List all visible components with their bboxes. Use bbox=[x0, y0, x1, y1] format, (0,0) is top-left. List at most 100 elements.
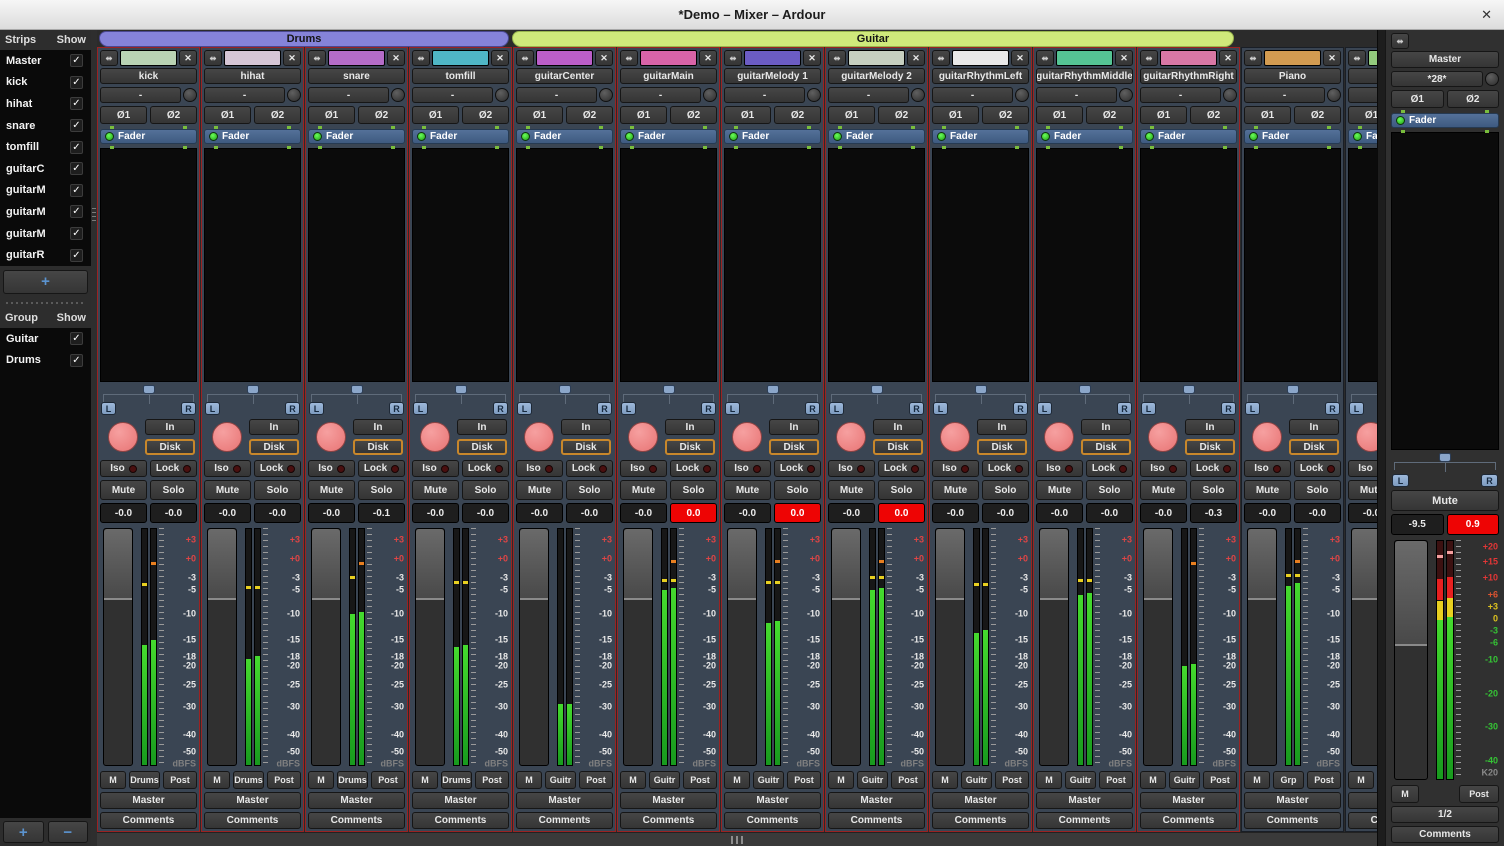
gain-fader[interactable] bbox=[311, 528, 341, 766]
monitor-input-button[interactable]: In bbox=[561, 419, 611, 435]
track-name-button[interactable]: guitarRhythmRight bbox=[1140, 68, 1237, 84]
solo-lock-button[interactable]: Lock bbox=[878, 460, 925, 477]
group-button[interactable]: Guitr bbox=[961, 771, 992, 789]
master-name-button[interactable]: Master bbox=[1391, 51, 1499, 68]
show-checkbox[interactable]: ✓ bbox=[70, 354, 83, 367]
phase1-button[interactable]: Ø1 bbox=[1140, 106, 1187, 124]
pan-right-button[interactable]: R bbox=[285, 402, 300, 415]
phase1-button[interactable]: Ø1 bbox=[724, 106, 771, 124]
input-button[interactable]: - bbox=[1348, 87, 1377, 103]
monitor-disk-button[interactable]: Disk bbox=[769, 439, 819, 455]
metering-button[interactable]: M bbox=[308, 771, 334, 789]
solo-lock-button[interactable]: Lock bbox=[358, 460, 405, 477]
trim-knob[interactable] bbox=[1015, 88, 1029, 102]
gain-fader[interactable] bbox=[207, 528, 237, 766]
sidebar-strip-item[interactable]: guitarM✓ bbox=[0, 180, 91, 202]
solo-iso-button[interactable]: Iso bbox=[100, 460, 147, 477]
input-button[interactable]: - bbox=[204, 87, 285, 103]
record-enable-button[interactable] bbox=[1148, 422, 1178, 452]
phase2-button[interactable]: Ø2 bbox=[774, 106, 821, 124]
panner[interactable]: LR bbox=[620, 385, 717, 415]
comments-button[interactable]: Comments bbox=[1244, 812, 1341, 829]
phase1-button[interactable]: Ø1 bbox=[828, 106, 875, 124]
gain-display[interactable]: -0.0 bbox=[620, 503, 667, 523]
hide-strip-icon[interactable]: ✕ bbox=[283, 50, 301, 66]
trim-knob[interactable] bbox=[599, 88, 613, 102]
panner[interactable]: LR bbox=[932, 385, 1029, 415]
pan-left-button[interactable]: L bbox=[1392, 474, 1409, 487]
master-phase1-button[interactable]: Ø1 bbox=[1391, 90, 1444, 108]
metering-button[interactable]: M bbox=[828, 771, 854, 789]
pan-right-button[interactable]: R bbox=[1117, 402, 1132, 415]
pan-handle[interactable] bbox=[1439, 453, 1451, 462]
master-input-button[interactable]: *28* bbox=[1391, 71, 1483, 87]
solo-iso-button[interactable]: Iso bbox=[1036, 460, 1083, 477]
gain-fader[interactable] bbox=[831, 528, 861, 766]
monitor-input-button[interactable]: In bbox=[665, 419, 715, 435]
track-color-swatch[interactable] bbox=[1368, 50, 1377, 66]
metering-button[interactable]: M bbox=[1348, 771, 1374, 789]
phase2-button[interactable]: Ø2 bbox=[358, 106, 405, 124]
panner[interactable]: LR bbox=[100, 385, 197, 415]
phase1-button[interactable]: Ø1 bbox=[100, 106, 147, 124]
monitor-disk-button[interactable]: Disk bbox=[353, 439, 403, 455]
show-checkbox[interactable]: ✓ bbox=[70, 205, 83, 218]
sidebar-splitter[interactable] bbox=[91, 30, 97, 846]
width-toggle-icon[interactable]: ⇹ bbox=[1348, 50, 1366, 66]
width-toggle-icon[interactable]: ⇹ bbox=[724, 50, 742, 66]
pan-right-button[interactable]: R bbox=[701, 402, 716, 415]
monitor-disk-button[interactable]: Disk bbox=[873, 439, 923, 455]
panner[interactable]: LR bbox=[724, 385, 821, 415]
output-button[interactable]: Master bbox=[100, 792, 197, 809]
mute-button[interactable]: Mute bbox=[1036, 480, 1083, 500]
phase2-button[interactable]: Ø2 bbox=[878, 106, 925, 124]
sidebar-divider[interactable] bbox=[6, 299, 85, 307]
input-button[interactable]: - bbox=[828, 87, 909, 103]
track-name-button[interactable]: guitarMelody 1 bbox=[724, 68, 821, 84]
peak-display[interactable]: -0.0 bbox=[150, 503, 197, 523]
phase1-button[interactable]: Ø1 bbox=[516, 106, 563, 124]
solo-iso-button[interactable]: Iso bbox=[308, 460, 355, 477]
pan-left-button[interactable]: L bbox=[1349, 402, 1364, 415]
solo-iso-button[interactable]: Iso bbox=[1140, 460, 1187, 477]
monitor-disk-button[interactable]: Disk bbox=[457, 439, 507, 455]
mute-button[interactable]: Mute bbox=[1348, 480, 1377, 500]
group-button[interactable]: Guitr bbox=[545, 771, 576, 789]
hide-strip-icon[interactable]: ✕ bbox=[387, 50, 405, 66]
hide-strip-icon[interactable]: ✕ bbox=[803, 50, 821, 66]
trim-knob[interactable] bbox=[287, 88, 301, 102]
phase1-button[interactable]: Ø1 bbox=[1348, 106, 1377, 124]
solo-button[interactable]: Solo bbox=[358, 480, 405, 500]
width-toggle-icon[interactable]: ⇹ bbox=[1036, 50, 1054, 66]
solo-button[interactable]: Solo bbox=[982, 480, 1029, 500]
peak-display[interactable]: -0.0 bbox=[566, 503, 613, 523]
peak-display[interactable]: 0.0 bbox=[774, 503, 821, 523]
gain-fader[interactable] bbox=[935, 528, 965, 766]
pan-handle[interactable] bbox=[767, 385, 779, 394]
hide-strip-icon[interactable]: ✕ bbox=[1323, 50, 1341, 66]
fader-processor[interactable]: Fader bbox=[204, 129, 301, 144]
record-enable-button[interactable] bbox=[212, 422, 242, 452]
peak-display[interactable]: -0.0 bbox=[462, 503, 509, 523]
trim-knob[interactable] bbox=[1327, 88, 1341, 102]
pan-handle[interactable] bbox=[455, 385, 467, 394]
gain-fader[interactable] bbox=[1351, 528, 1377, 766]
hide-strip-icon[interactable]: ✕ bbox=[1219, 50, 1237, 66]
comments-button[interactable]: Comments bbox=[100, 812, 197, 829]
processor-box[interactable] bbox=[100, 148, 197, 382]
panner[interactable]: LR bbox=[1140, 385, 1237, 415]
solo-button[interactable]: Solo bbox=[150, 480, 197, 500]
fader-processor[interactable]: Fader bbox=[516, 129, 613, 144]
comments-button[interactable]: Comments bbox=[1036, 812, 1133, 829]
trim-knob[interactable] bbox=[495, 88, 509, 102]
master-comments-button[interactable]: Comments bbox=[1391, 826, 1499, 843]
input-button[interactable]: - bbox=[1244, 87, 1325, 103]
track-name-button[interactable]: hihat bbox=[204, 68, 301, 84]
fader-processor[interactable]: Fader bbox=[308, 129, 405, 144]
hide-strip-icon[interactable]: ✕ bbox=[595, 50, 613, 66]
track-name-button[interactable]: guitarRhythmMiddle bbox=[1036, 68, 1133, 84]
record-enable-button[interactable] bbox=[1356, 422, 1377, 452]
phase2-button[interactable]: Ø2 bbox=[254, 106, 301, 124]
pan-left-button[interactable]: L bbox=[309, 402, 324, 415]
solo-button[interactable]: Solo bbox=[774, 480, 821, 500]
